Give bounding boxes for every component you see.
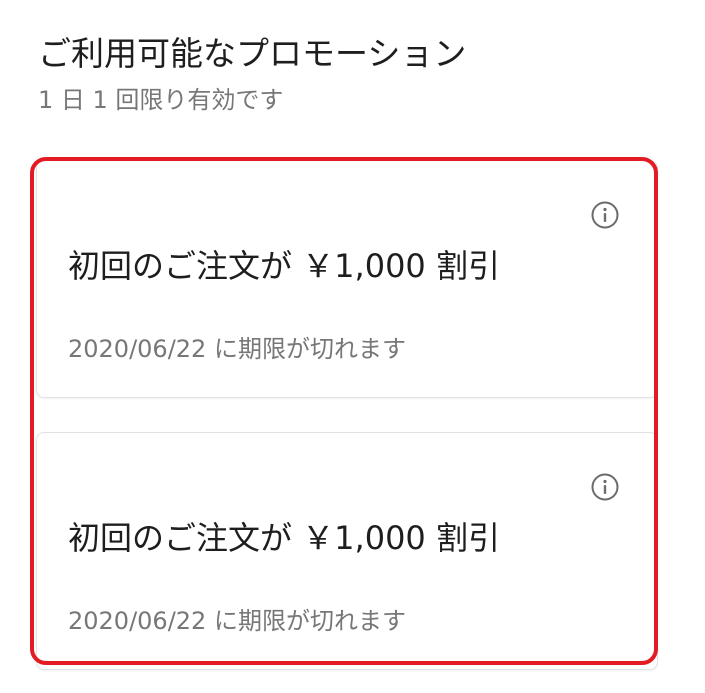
promotions-header: ご利用可能なプロモーション 1 日 1 回限り有効です (38, 30, 685, 116)
page-subtitle: 1 日 1 回限り有効です (38, 86, 284, 114)
page-title: ご利用可能なプロモーション (38, 34, 467, 73)
promotions-highlight-frame (30, 157, 658, 665)
